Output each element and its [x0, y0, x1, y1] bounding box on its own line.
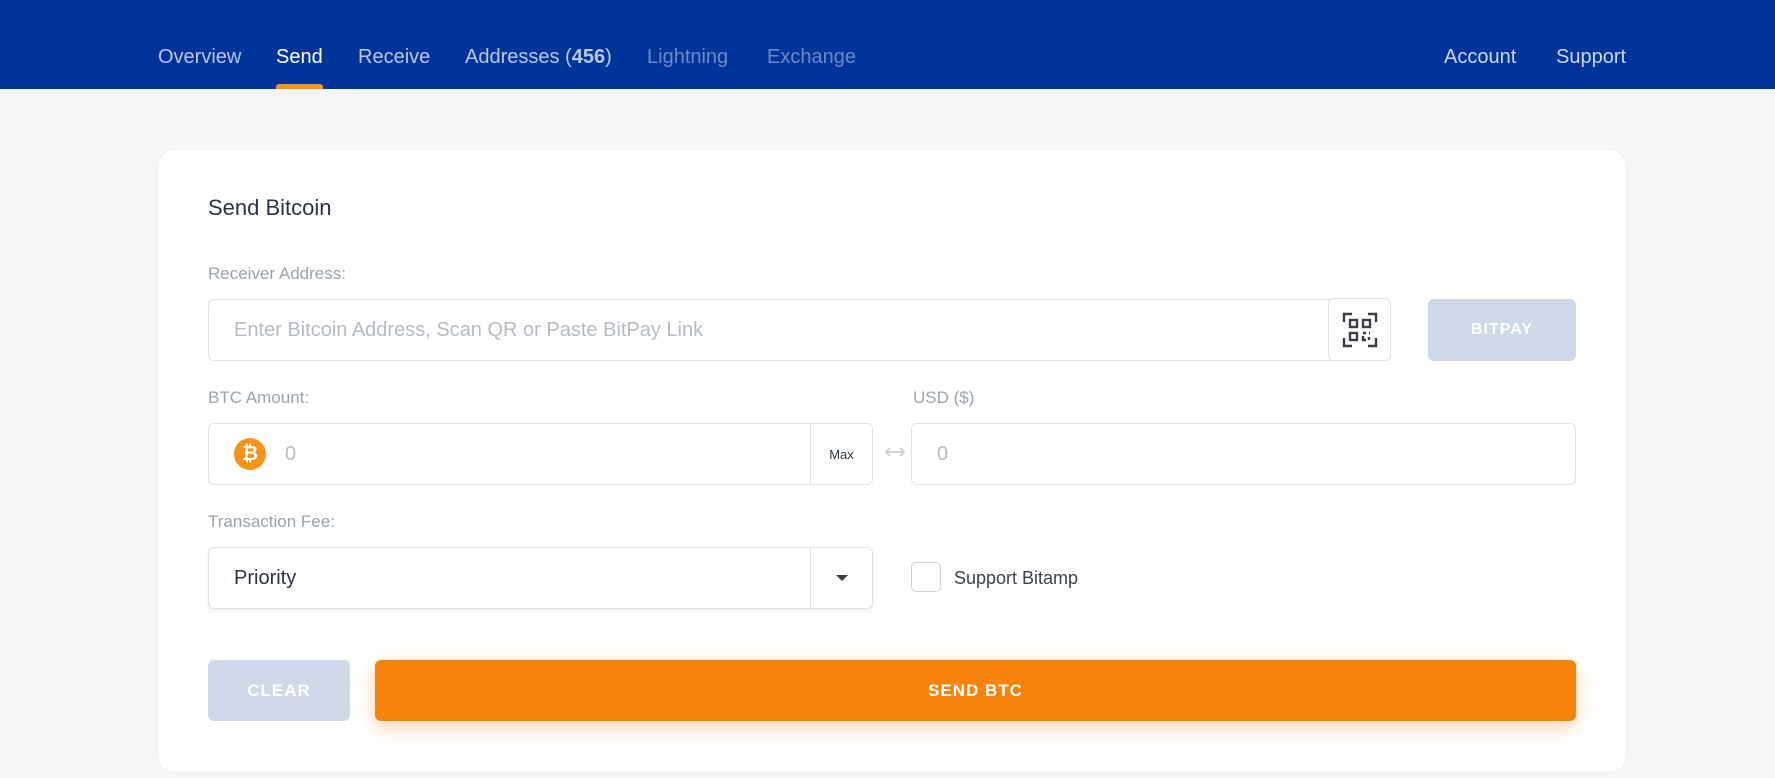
nav-addresses-label: Addresses (	[465, 46, 572, 68]
transaction-fee-value: Priority	[234, 567, 297, 589]
nav-overview[interactable]: Overview	[158, 0, 241, 89]
nav-addresses-suffix: )	[605, 46, 612, 68]
btc-amount-placeholder: 0	[285, 443, 297, 465]
transaction-fee-select[interactable]: Priority	[208, 547, 873, 609]
caret-down-icon	[835, 575, 848, 581]
clear-button[interactable]: CLEAR	[208, 660, 350, 721]
nav-addresses-count: 456	[571, 46, 606, 68]
usd-amount-placeholder: 0	[937, 443, 949, 465]
nav-lightning[interactable]: Lightning	[647, 0, 728, 89]
fee-dropdown-toggle[interactable]	[810, 548, 872, 608]
scan-qr-button[interactable]	[1328, 298, 1391, 361]
top-nav-bar: Overview Send Receive Addresses (456) Li…	[0, 0, 1775, 89]
nav-addresses[interactable]: Addresses (456)	[465, 0, 612, 89]
send-bitcoin-card: Send Bitcoin Receiver Address: Enter Bit…	[158, 150, 1626, 772]
support-bitamp-checkbox[interactable]	[911, 562, 941, 592]
qr-code-icon	[1342, 312, 1377, 347]
receiver-address-label: Receiver Address:	[208, 264, 346, 283]
receiver-address-input[interactable]: Enter Bitcoin Address, Scan QR or Paste …	[208, 299, 1391, 361]
nav-send[interactable]: Send	[276, 0, 323, 89]
card-title: Send Bitcoin	[208, 195, 332, 220]
usd-amount-input[interactable]: 0	[911, 423, 1576, 485]
nav-support[interactable]: Support	[1556, 0, 1626, 89]
btc-amount-input[interactable]: ₿ 0 Max	[208, 423, 873, 485]
bitpay-button[interactable]: BITPAY	[1428, 299, 1576, 361]
nav-receive[interactable]: Receive	[358, 0, 430, 89]
nav-exchange[interactable]: Exchange	[767, 0, 856, 89]
support-bitamp-label: Support Bitamp	[954, 568, 1079, 588]
usd-amount-label: USD ($)	[913, 388, 975, 407]
swap-arrows-icon	[883, 440, 907, 464]
nav-account[interactable]: Account	[1444, 0, 1516, 89]
max-button[interactable]: Max	[810, 424, 872, 484]
send-btc-button[interactable]: SEND BTC	[375, 660, 1576, 721]
btc-amount-label: BTC Amount:	[208, 388, 310, 407]
receiver-address-placeholder: Enter Bitcoin Address, Scan QR or Paste …	[234, 319, 704, 341]
bitcoin-icon: ₿	[234, 438, 266, 470]
transaction-fee-label: Transaction Fee:	[208, 512, 335, 531]
